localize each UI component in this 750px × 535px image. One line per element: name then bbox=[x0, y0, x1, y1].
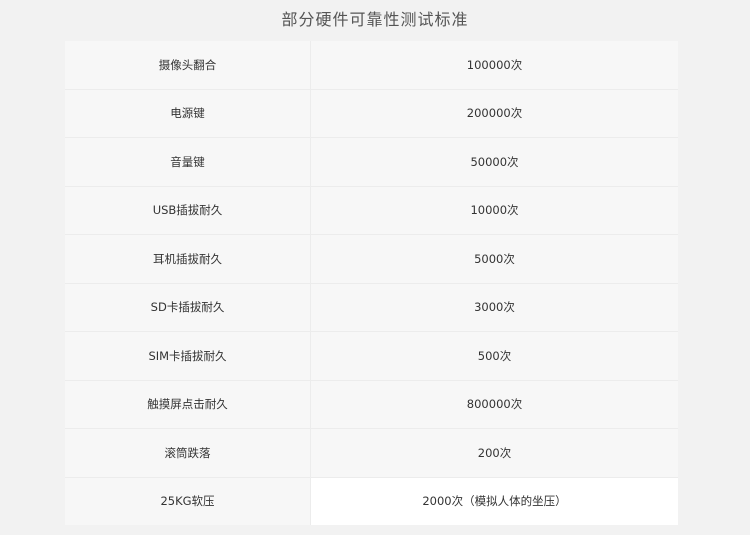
test-name-cell: SIM卡插拔耐久 bbox=[65, 332, 311, 380]
table-row: SIM卡插拔耐久 500次 bbox=[65, 332, 678, 381]
table-row: 摄像头翻合 100000次 bbox=[65, 41, 678, 90]
test-value-cell: 10000次 bbox=[470, 203, 519, 218]
test-name-cell: 摄像头翻合 bbox=[65, 41, 311, 89]
test-name-cell: 电源键 bbox=[65, 89, 311, 137]
test-value-cell: 100000次 bbox=[466, 57, 523, 72]
page-title: 部分硬件可靠性测试标准 bbox=[281, 10, 469, 29]
test-value-cell: 3000次 bbox=[474, 300, 515, 315]
table-row: 电源键 200000次 bbox=[65, 89, 678, 138]
table-row: SD卡插拔耐久 3000次 bbox=[65, 283, 678, 332]
table-row: 音量键 50000次 bbox=[65, 138, 678, 187]
table-row: 25KG软压 2000次（模拟人体的坐压） bbox=[65, 477, 678, 525]
test-value-cell: 200000次 bbox=[466, 106, 523, 121]
table-row: USB插拔耐久 10000次 bbox=[65, 186, 678, 235]
test-name-cell: 耳机插拔耐久 bbox=[65, 235, 311, 283]
test-name-cell: SD卡插拔耐久 bbox=[65, 283, 311, 331]
table-row: 滚筒跌落 200次 bbox=[65, 429, 678, 478]
test-name-cell: USB插拔耐久 bbox=[65, 186, 311, 234]
test-value-cell: 500次 bbox=[477, 348, 512, 363]
test-name-cell: 音量键 bbox=[65, 138, 311, 186]
table-row: 耳机插拔耐久 5000次 bbox=[65, 235, 678, 284]
test-name-cell: 滚筒跌落 bbox=[65, 429, 311, 477]
table-row: 触摸屏点击耐久 800000次 bbox=[65, 380, 678, 429]
test-name-cell: 触摸屏点击耐久 bbox=[65, 380, 311, 428]
test-value-cell: 2000次（模拟人体的坐压） bbox=[311, 477, 678, 525]
test-value-cell: 50000次 bbox=[470, 154, 519, 169]
test-value-cell: 5000次 bbox=[474, 251, 515, 266]
test-name-cell: 25KG软压 bbox=[65, 477, 311, 525]
test-value-cell: 200次 bbox=[477, 445, 512, 460]
test-value-cell: 800000次 bbox=[466, 397, 523, 412]
reliability-table: 摄像头翻合 100000次 电源键 200000次 音量键 50000次 USB… bbox=[65, 41, 678, 525]
